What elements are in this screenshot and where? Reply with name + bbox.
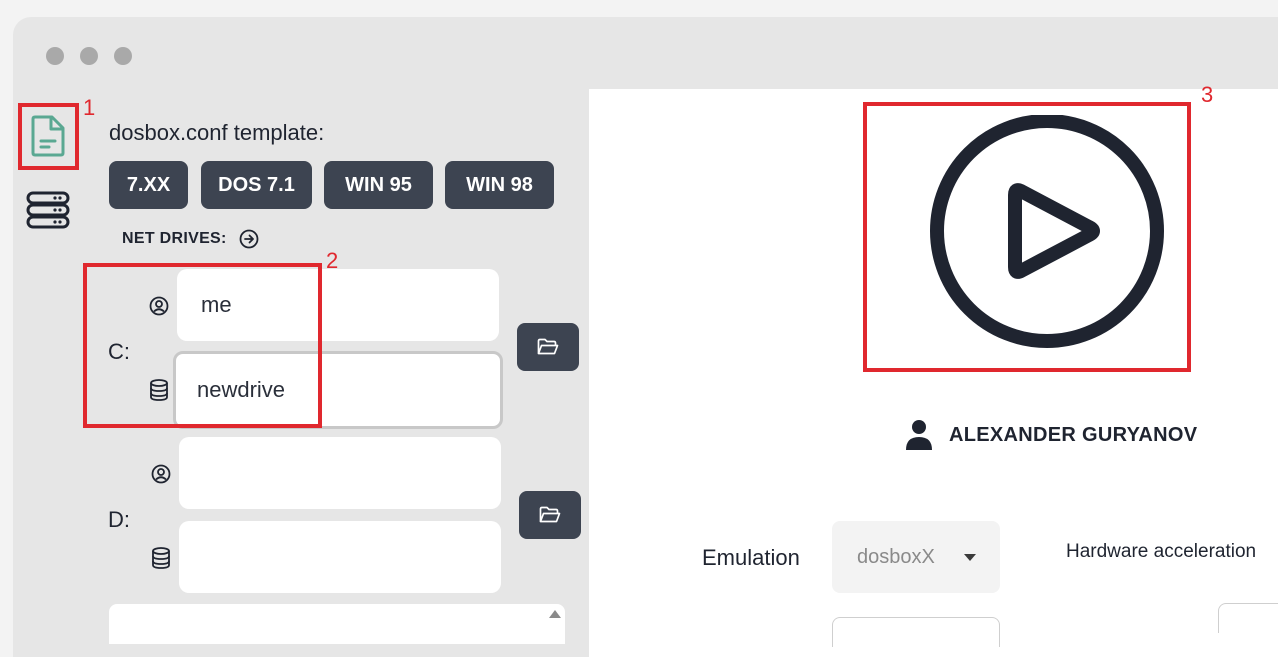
caret-down-icon xyxy=(964,554,976,561)
folder-open-icon xyxy=(537,338,559,355)
emulation-label: Emulation xyxy=(702,545,800,570)
config-textarea[interactable] xyxy=(109,604,565,644)
net-drives-label: NET DRIVES: xyxy=(122,230,227,247)
user-icon xyxy=(906,420,932,450)
template-button-win95[interactable]: WIN 95 xyxy=(324,161,433,209)
scroll-up-arrow[interactable] xyxy=(549,610,561,618)
annotation-number-3: 3 xyxy=(1201,82,1214,107)
drive-letter-d: D: xyxy=(108,507,130,532)
sidebar xyxy=(13,89,85,657)
lower-right-control-stub[interactable] xyxy=(1218,603,1278,633)
hardware-acceleration-label: Hardware acceleration xyxy=(1066,541,1257,562)
annotation-number-2: 2 xyxy=(326,248,339,273)
drive-d-name-field[interactable] xyxy=(179,521,501,593)
window-dot-maximize[interactable] xyxy=(114,47,132,65)
database-icon xyxy=(150,547,172,569)
template-button-dos71[interactable]: DOS 7.1 xyxy=(201,161,312,209)
template-button-7xx[interactable]: 7.XX xyxy=(109,161,188,209)
window-dot-minimize[interactable] xyxy=(80,47,98,65)
title-bar xyxy=(13,17,1278,89)
annotation-number-1: 1 xyxy=(83,95,96,120)
annotation-box-2 xyxy=(83,263,322,428)
lower-select-stub[interactable] xyxy=(832,617,1000,647)
user-circle-icon xyxy=(150,463,172,485)
drive-d-user-field[interactable] xyxy=(179,437,501,509)
annotation-box-1 xyxy=(18,103,79,170)
author-row: ALEXANDER GURYANOV xyxy=(905,419,1197,451)
template-button-win98[interactable]: WIN 98 xyxy=(445,161,554,209)
drive-c-browse-button[interactable] xyxy=(517,323,579,371)
arrow-right-circle-icon[interactable] xyxy=(239,229,259,249)
emulation-selected-value: dosboxX xyxy=(857,545,935,568)
window-dot-close[interactable] xyxy=(46,47,64,65)
emulation-select[interactable]: dosboxX xyxy=(832,521,1000,593)
server-icon xyxy=(26,191,70,229)
annotation-box-3 xyxy=(863,102,1191,372)
drive-d-browse-button[interactable] xyxy=(519,491,581,539)
folder-open-icon xyxy=(539,506,561,523)
template-label: dosbox.conf template: xyxy=(109,120,325,145)
sidebar-item-drives[interactable] xyxy=(23,185,73,235)
author-name: ALEXANDER GURYANOV xyxy=(949,423,1198,446)
net-drives-row: NET DRIVES: xyxy=(122,229,259,249)
